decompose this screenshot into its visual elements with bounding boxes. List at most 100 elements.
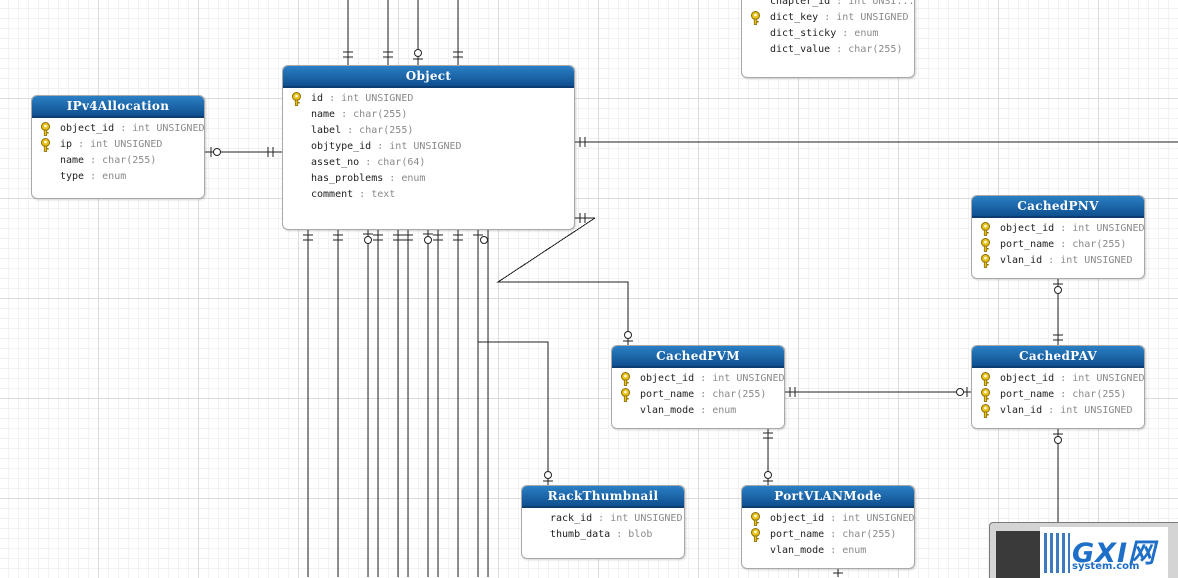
field-type: int UNSIGNED (836, 12, 909, 23)
field-name: port_name (1000, 389, 1055, 400)
field-name: port_name (770, 529, 825, 540)
field-type: int UNSIGNED (1060, 255, 1133, 266)
field-row[interactable]: object_id : int UNSIGNED (972, 371, 1144, 387)
field-separator: : (323, 93, 342, 104)
field-row[interactable]: comment : text (283, 187, 574, 203)
primary-key-icon (620, 372, 631, 386)
field-type: char(255) (1072, 389, 1127, 400)
field-type: int UNSIGNED (842, 513, 915, 524)
field-separator: : (383, 173, 402, 184)
field-row[interactable]: asset_no : char(64) (283, 155, 574, 171)
field-type: enum (854, 28, 879, 39)
field-row[interactable]: object_id : int UNSIGNED (972, 221, 1144, 237)
watermark-site: system.com (1072, 561, 1140, 572)
field-row[interactable]: port_name : char(255) (972, 387, 1144, 403)
field-name: vlan_mode (770, 545, 825, 556)
field-type: enum (712, 405, 737, 416)
field-row[interactable]: object_id : int UNSIGNED (32, 121, 204, 137)
table-title: CachedPAV (972, 346, 1144, 368)
field-row[interactable]: thumb_data : blob (522, 527, 684, 543)
field-name: dict_value (770, 44, 831, 55)
primary-key-icon (980, 388, 991, 402)
field-name: object_id (640, 373, 695, 384)
field-row[interactable]: label : char(255) (283, 123, 574, 139)
field-name: id (311, 93, 324, 104)
field-row[interactable]: type : enum (32, 169, 204, 185)
field-list: rack_id : int UNSIGNED thumb_data : blob (522, 508, 684, 549)
field-type: int UNSIGNED (610, 513, 683, 524)
field-row[interactable]: vlan_id : int UNSIGNED (972, 403, 1144, 419)
field-name: dict_sticky (770, 28, 837, 39)
field-name: chapter_id (770, 0, 831, 7)
primary-key-icon (980, 222, 991, 236)
field-row[interactable]: has_problems : enum (283, 171, 574, 187)
field-type: char(255) (102, 155, 157, 166)
field-name: port_name (640, 389, 695, 400)
field-row[interactable]: vlan_mode : enum (612, 403, 784, 419)
field-type: enum (842, 545, 867, 556)
field-row[interactable]: rack_id : int UNSIGNED (522, 511, 684, 527)
primary-key-icon (620, 388, 631, 402)
field-row[interactable]: port_name : char(255) (972, 237, 1144, 253)
table-ipv4allocation[interactable]: IPv4Allocation object_id : int UNSIGNED i… (31, 95, 205, 199)
table-dict-entry[interactable]: chapter_id : int UNSI... dict_key : int U… (741, 0, 915, 78)
field-row[interactable]: vlan_mode : enum (742, 543, 914, 559)
field-name: object_id (60, 123, 115, 134)
field-separator: : (1042, 255, 1061, 266)
field-row[interactable]: ip : int UNSIGNED (32, 137, 204, 153)
field-type: int UNSIGNED (712, 373, 785, 384)
field-row[interactable]: id : int UNSIGNED (283, 91, 574, 107)
field-type: int UNSIGNED (1072, 373, 1145, 384)
field-row[interactable]: port_name : char(255) (742, 527, 914, 543)
field-name: dict_key (770, 12, 819, 23)
table-cachedpnv[interactable]: CachedPNV object_id : int UNSIGNED port_n… (971, 195, 1145, 279)
field-separator: : (694, 405, 713, 416)
field-row[interactable]: dict_value : char(255) (742, 42, 914, 58)
field-separator: : (1042, 405, 1061, 416)
watermark-dots-icon (1044, 533, 1070, 573)
field-type: int UNSIGNED (90, 139, 163, 150)
field-row[interactable]: object_id : int UNSIGNED (742, 511, 914, 527)
field-separator: : (84, 155, 103, 166)
field-list: object_id : int UNSIGNED port_name : char… (742, 508, 914, 565)
field-type: enum (401, 173, 426, 184)
table-rackthumbnail[interactable]: RackThumbnail rack_id : int UNSIGNED thum… (521, 485, 685, 559)
table-title: CachedPVM (612, 346, 784, 368)
field-row[interactable]: dict_key : int UNSIGNED (742, 10, 914, 26)
table-cachedpav[interactable]: CachedPAV object_id : int UNSIGNED port_n… (971, 345, 1145, 429)
field-name: name (311, 109, 336, 120)
field-row[interactable]: object_id : int UNSIGNED (612, 371, 784, 387)
field-row[interactable]: port_name : char(255) (612, 387, 784, 403)
field-separator: : (1054, 389, 1073, 400)
field-type: blob (628, 529, 653, 540)
navigator-viewport[interactable] (996, 531, 1040, 578)
field-row[interactable]: dict_sticky : enum (742, 26, 914, 42)
field-separator: : (1054, 373, 1073, 384)
field-separator: : (592, 513, 611, 524)
table-object[interactable]: Object id : int UNSIGNED name : char(255)… (282, 65, 575, 230)
field-name: vlan_mode (640, 405, 695, 416)
field-type: int UNSIGNED (132, 123, 205, 134)
field-row[interactable]: name : char(255) (283, 107, 574, 123)
primary-key-icon (980, 372, 991, 386)
field-row[interactable]: chapter_id : int UNSI... (742, 0, 914, 10)
primary-key-icon (750, 512, 761, 526)
field-row[interactable]: objtype_id : int UNSIGNED (283, 139, 574, 155)
field-type: char(255) (359, 125, 414, 136)
field-name: vlan_id (1000, 255, 1043, 266)
field-separator: : (610, 529, 629, 540)
field-row[interactable]: name : char(255) (32, 153, 204, 169)
field-row[interactable]: vlan_id : int UNSIGNED (972, 253, 1144, 269)
overview-navigator[interactable]: GXI网 system.com (989, 522, 1178, 578)
field-type: char(64) (377, 157, 426, 168)
field-separator: : (1054, 223, 1073, 234)
primary-key-icon (291, 92, 302, 106)
primary-key-icon (750, 528, 761, 542)
field-name: thumb_data (550, 529, 611, 540)
field-name: name (60, 155, 85, 166)
table-portvlanmode[interactable]: PortVLANMode object_id : int UNSIGNED por… (741, 485, 915, 569)
field-list: object_id : int UNSIGNED port_name : char… (972, 368, 1144, 425)
field-list: object_id : int UNSIGNED port_name : char… (612, 368, 784, 425)
table-cachedpvm[interactable]: CachedPVM object_id : int UNSIGNED port_n… (611, 345, 785, 429)
primary-key-icon (40, 138, 51, 152)
